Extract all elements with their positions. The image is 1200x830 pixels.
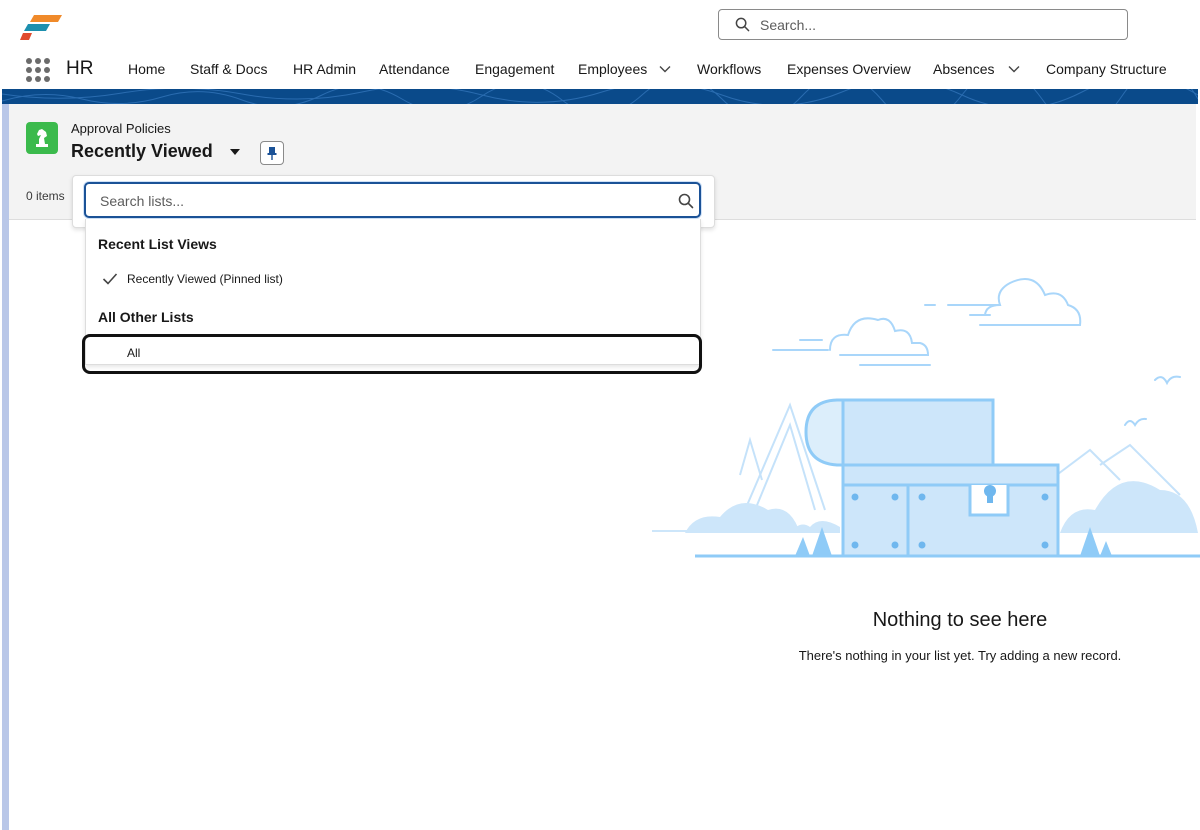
section-heading-recent: Recent List Views [98, 236, 217, 252]
global-search-box[interactable] [718, 9, 1128, 40]
header-band [2, 89, 1198, 104]
nav-item-employees[interactable]: Employees [578, 61, 647, 77]
object-label: Approval Policies [71, 121, 171, 136]
company-logo [20, 15, 62, 40]
app-launcher-icon[interactable] [26, 58, 50, 82]
chevron-down-icon[interactable] [1008, 63, 1020, 75]
list-option-recently-viewed[interactable]: Recently Viewed (Pinned list) [127, 272, 283, 286]
chevron-down-icon[interactable] [659, 63, 671, 75]
highlight-outline [82, 334, 702, 374]
item-count: 0 items [26, 189, 65, 203]
caret-down-icon[interactable] [229, 147, 241, 157]
list-search-input[interactable] [98, 192, 662, 210]
approval-policies-object-icon [26, 122, 58, 154]
empty-state-title: Nothing to see here [872, 609, 1048, 631]
chess-knight-icon [36, 129, 48, 147]
search-icon [735, 17, 750, 32]
search-icon [678, 193, 694, 209]
pin-list-button[interactable] [260, 141, 284, 165]
nav-item-expenses-overview[interactable]: Expenses Overview [787, 61, 911, 77]
nav-item-attendance[interactable]: Attendance [379, 61, 450, 77]
empty-state-illustration [652, 278, 1200, 558]
check-icon [102, 273, 118, 285]
nav-item-company-structure[interactable]: Company Structure [1046, 61, 1167, 77]
nav-item-engagement[interactable]: Engagement [475, 61, 554, 77]
nav-item-hr-admin[interactable]: HR Admin [293, 61, 356, 77]
app-window: HR Home Staff & Docs HR Admin Attendance… [0, 0, 1200, 830]
nav-item-workflows[interactable]: Workflows [697, 61, 761, 77]
band-pattern [2, 89, 1198, 104]
app-name: HR [66, 58, 94, 79]
list-search-box[interactable] [84, 182, 701, 218]
empty-state-subtitle: There's nothing in your list yet. Try ad… [798, 648, 1122, 663]
global-search-input[interactable] [758, 15, 1102, 34]
global-header: HR Home Staff & Docs HR Admin Attendance… [0, 0, 1200, 88]
nav-item-home[interactable]: Home [128, 61, 165, 77]
nav-item-absences[interactable]: Absences [933, 61, 994, 77]
nav-item-staff-docs[interactable]: Staff & Docs [190, 61, 268, 77]
nav-bar: HR Home Staff & Docs HR Admin Attendance… [0, 52, 1200, 88]
left-rail [2, 104, 9, 830]
section-heading-all-other: All Other Lists [98, 309, 194, 325]
list-view-title[interactable]: Recently Viewed [71, 141, 213, 162]
pin-icon [267, 147, 277, 160]
